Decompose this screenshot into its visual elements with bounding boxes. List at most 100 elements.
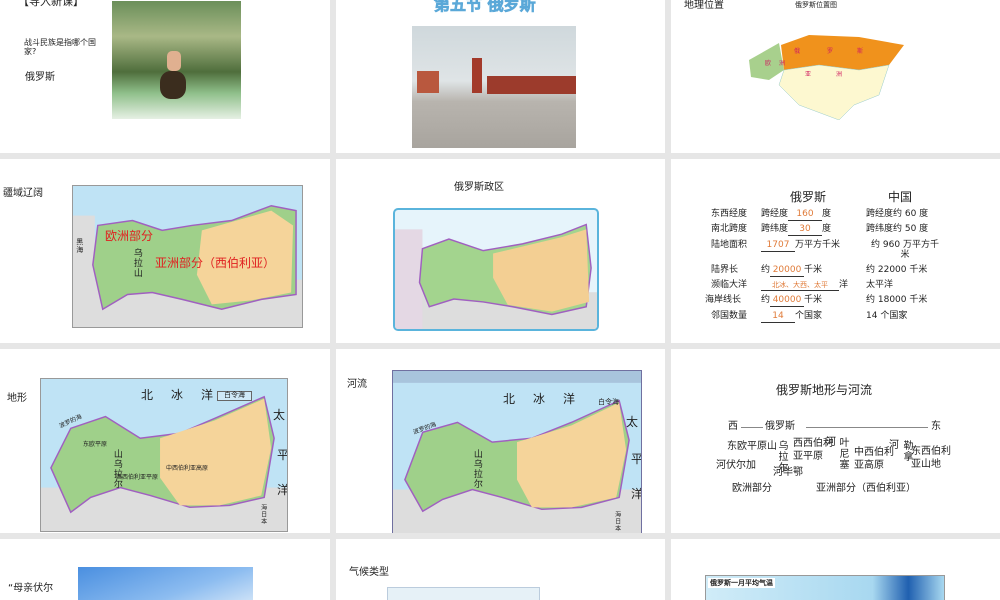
answer-blank: 14 bbox=[761, 311, 795, 323]
sea-label: 白令海 bbox=[598, 398, 619, 406]
ocean-label: 洋 bbox=[563, 392, 576, 406]
pacific-label: 太 bbox=[626, 415, 639, 429]
map-title: 俄罗斯位置图 bbox=[795, 1, 837, 9]
russia-label: 俄罗斯 bbox=[765, 421, 795, 432]
slide-thumbnail-6[interactable]: 俄罗斯 中国 东西经度 跨经度 160 度跨经度约 60 度南北跨度 跨纬度 30 度跨纬度… bbox=[671, 159, 1000, 343]
slide-thumbnail-2[interactable]: 第五节 俄罗斯 bbox=[336, 0, 665, 153]
row-label: 邻国数量 bbox=[711, 311, 748, 321]
answer-blank: 30 bbox=[788, 224, 823, 236]
slide-title: 俄罗斯政区 bbox=[454, 182, 504, 193]
asia-label: 亚洲部分（西伯利亚） bbox=[155, 256, 276, 270]
ob-river: 河毕鄂 bbox=[773, 467, 803, 478]
pacific-label: 洋 bbox=[277, 483, 288, 497]
slide-thumbnail-9[interactable]: 俄罗斯地形与河流 西 俄罗斯 东 东欧平原 山 乌拉尔 西西伯利亚平原 河 叶尼… bbox=[671, 349, 1000, 533]
pacific-label: 平 bbox=[277, 448, 288, 462]
ocean-label: 冰 bbox=[171, 388, 184, 402]
row-label: 陆地面积 bbox=[711, 240, 748, 250]
river-label: 河 bbox=[889, 440, 899, 451]
question-text: 战斗民族是指哪个国家? bbox=[24, 38, 96, 56]
suffix: 千米 bbox=[804, 265, 823, 275]
prefix: 跨经度 bbox=[761, 209, 789, 219]
russia-value: 跨纬度 30 度 bbox=[761, 224, 831, 236]
slide-title: 【导入新课】 bbox=[18, 0, 84, 8]
russia-value: 14 个国家 bbox=[761, 311, 822, 323]
suffix: 千米 bbox=[804, 295, 823, 305]
river-label: 河 bbox=[826, 437, 836, 448]
russia-value: 北冰、大西、太平洋 bbox=[761, 280, 849, 291]
ural-label: 乌拉山 bbox=[131, 248, 142, 278]
ural-label: 山乌拉尔 bbox=[471, 449, 482, 489]
slide-thumbnail-5[interactable]: 俄罗斯政区 bbox=[336, 159, 665, 343]
slide-title: 地理位置 bbox=[684, 0, 724, 11]
china-value: 约 18000 千米 bbox=[866, 295, 928, 305]
pacific-label: 洋 bbox=[631, 487, 642, 501]
china-value: 14 个国家 bbox=[866, 311, 908, 321]
west-label: 西 bbox=[728, 421, 738, 432]
slide-title: 地形 bbox=[7, 393, 27, 404]
slide-title: “母亲伏尔 bbox=[8, 583, 54, 594]
china-value: 约 960 万平方千米 bbox=[871, 240, 939, 260]
ocean-label: 洋 bbox=[201, 388, 214, 402]
suffix: 度 bbox=[822, 209, 832, 219]
slide-title: 河流 bbox=[347, 379, 367, 390]
slide-title: 第五节 俄罗斯 bbox=[434, 0, 536, 14]
map-label: 亚 bbox=[805, 71, 812, 78]
sea-label: 海日本 bbox=[613, 511, 621, 532]
sea-label: 海日本 bbox=[259, 504, 267, 525]
slide-thumbnail-10[interactable]: “母亲伏尔 bbox=[0, 539, 330, 600]
russia-value: 约 20000 千米 bbox=[761, 265, 823, 277]
map-title: 俄罗斯一月平均气温 bbox=[708, 578, 775, 588]
pacific-label: 太 bbox=[273, 408, 286, 422]
volga-river: 河伏尔加 bbox=[716, 460, 756, 471]
yenisei-river: 叶尼塞 bbox=[837, 437, 848, 470]
prefix: 约 bbox=[761, 265, 771, 275]
header-russia: 俄罗斯 bbox=[790, 190, 827, 204]
russia-territory-map: 欧洲部分 亚洲部分（西伯利亚） 乌拉山 黑海 bbox=[72, 185, 303, 328]
russia-value: 1707 万平方千米 bbox=[761, 240, 841, 252]
slide-thumbnail-4[interactable]: 疆域辽阔 欧洲部分 亚洲部分（西伯利亚） 乌拉山 黑海 bbox=[0, 159, 330, 343]
map-label: 洲 bbox=[836, 71, 843, 78]
climate-map bbox=[387, 587, 540, 600]
suffix: 洋 bbox=[839, 280, 849, 290]
answer-blank: 北冰、大西、太平 bbox=[761, 281, 839, 291]
pacific-label: 平 bbox=[631, 452, 642, 466]
row-label: 东西经度 bbox=[711, 209, 748, 219]
suffix: 万平方千米 bbox=[795, 240, 841, 250]
row-label: 海岸线长 bbox=[705, 295, 742, 305]
plateau-label: 中西伯利亚高原 bbox=[166, 465, 209, 472]
russia-rivers-map: 北 冰 洋 白令海 太 平 洋 波罗的海 山乌拉尔 海日本 bbox=[392, 370, 642, 533]
slide-thumbnail-3[interactable]: 地理位置 俄罗斯位置图 俄 罗 斯 欧 洲 亚 洲 bbox=[671, 0, 1000, 153]
slide-thumbnail-11[interactable]: 气候类型 bbox=[336, 539, 665, 600]
prefix: 跨纬度 bbox=[761, 224, 789, 234]
slide-thumbnail-1[interactable]: 【导入新课】 战斗民族是指哪个国家? 俄罗斯 bbox=[0, 0, 330, 153]
slide-title: 俄罗斯地形与河流 bbox=[776, 383, 873, 397]
axis-line bbox=[806, 427, 928, 428]
sky-photo bbox=[78, 567, 253, 600]
china-value: 跨纬度约 50 度 bbox=[866, 224, 929, 234]
slide-thumbnail-8[interactable]: 河流 北 冰 洋 白令海 太 平 洋 波罗的海 山乌拉尔 海日本 bbox=[336, 349, 665, 533]
europe-label: 欧洲部分 bbox=[105, 229, 154, 243]
china-value: 太平洋 bbox=[866, 280, 894, 290]
row-label: 南北跨度 bbox=[711, 224, 748, 234]
asia-part: 亚洲部分（西伯利亚） bbox=[816, 483, 916, 494]
china-value: 跨经度约 60 度 bbox=[866, 209, 929, 219]
map-label: 俄 bbox=[794, 48, 801, 55]
black-sea-label: 黑海 bbox=[75, 238, 84, 254]
header-china: 中国 bbox=[888, 190, 913, 204]
row-label: 濒临大洋 bbox=[711, 280, 748, 290]
map-label: 罗 bbox=[827, 48, 834, 55]
ocean-label: 冰 bbox=[533, 392, 546, 406]
russia-political-map bbox=[393, 208, 599, 331]
east-europe-plain: 东欧平原 bbox=[727, 441, 767, 452]
europe-part: 欧洲部分 bbox=[732, 483, 772, 494]
sea-label: 白令海 bbox=[217, 391, 252, 401]
bear-rider-image bbox=[112, 1, 241, 119]
row-label: 陆界长 bbox=[711, 265, 739, 275]
slide-thumbnail-7[interactable]: 地形 北 冰 洋 白令海 太 平 洋 波罗的海 东欧平原 山乌拉尔 西西伯利亚平… bbox=[0, 349, 330, 533]
china-value: 约 22000 千米 bbox=[866, 265, 928, 275]
slide-title: 疆域辽阔 bbox=[3, 188, 43, 199]
answer-blank: 40000 bbox=[770, 295, 805, 307]
answer-blank: 1707 bbox=[761, 240, 795, 252]
east-label: 东 bbox=[931, 421, 941, 432]
slide-thumbnail-12[interactable]: 俄罗斯一月平均气温 bbox=[671, 539, 1000, 600]
